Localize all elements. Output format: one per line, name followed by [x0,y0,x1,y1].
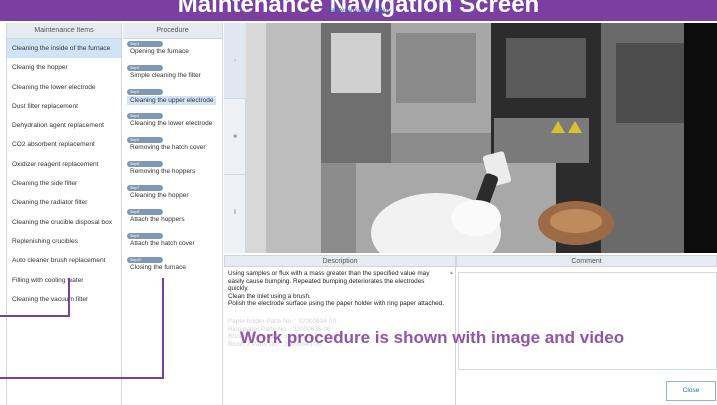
maintenance-item[interactable]: Cleaning the radiator filter [7,193,121,212]
callout-line [0,377,164,379]
video-controls: › ■ ll [224,23,246,253]
description-header: Description [224,255,456,267]
step-label: Opening the furnace [130,48,189,55]
step-badge: Step10 [127,257,163,263]
procedure-header: Procedure [123,23,222,39]
procedure-step[interactable]: Step10 Closing the furnace [123,255,222,279]
step-badge: Step2 [127,65,163,71]
maintenance-item[interactable]: Filling with cooling water [7,271,121,290]
maintenance-item[interactable]: Cleaning the side filter [7,174,121,193]
maintenance-item[interactable]: Auto cleaner brush replacement [7,251,121,270]
maintenance-item[interactable]: Dust filter replacement [7,97,121,116]
step-badge: Step9 [127,233,163,239]
maintenance-item[interactable]: Cleaning the crucible disposal box [7,213,121,232]
maintenance-item[interactable]: Cleaning the lower electrode [7,78,121,97]
step-badge: Step1 [127,41,163,47]
step-badge: Step8 [127,209,163,215]
procedure-step[interactable]: Step9 Attach the hatch cover [123,231,222,255]
maintenance-items-list: Cleaning the inside of the furnace Cleani… [7,39,121,309]
description-line: Clean the inlet using a brush. [228,292,311,300]
stop-icon: ■ [233,133,237,140]
step-badge: Step3 [127,89,163,95]
procedure-step[interactable]: Step3 Cleaning the upper electrode [123,87,222,111]
procedure-video[interactable] [246,23,701,253]
step-label: Simple cleaning the filter [130,72,201,79]
procedure-steps-list: Step1 Opening the furnace Step2 Simple clea… [123,39,222,279]
maintenance-items-header: Maintenance Items [7,23,121,39]
step-badge: Step4 [127,113,163,119]
step-label: Removing the hoppers [130,168,196,175]
maintenance-items-panel: Maintenance Items Cleaning the inside of… [6,23,122,405]
description-line: Polish the electrode surface using the p… [228,300,444,308]
procedure-step[interactable]: Step6 Removing the hoppers [123,159,222,183]
maintenance-item[interactable]: Cleaning the inside of the furnace [7,39,121,59]
procedure-step[interactable]: Step4 Cleaning the lower electrode [123,111,222,135]
procedure-step[interactable]: Step5 Removing the hatch cover [123,135,222,159]
maintenance-item[interactable]: Replenishing crucibles [7,232,121,251]
step-label: Attach the hoppers [130,216,185,223]
procedure-panel: Procedure Step1 Opening the furnace Step2 S… [123,23,223,405]
callout-line [162,278,164,379]
app-title: Maintenance Navigation [326,8,391,14]
video-frame-illustration [246,23,701,253]
description-text: Using samples or flux with a mass greate… [228,270,447,308]
step-badge: Step5 [127,137,163,143]
comment-header: Comment [456,255,717,267]
procedure-step[interactable]: Step1 Opening the furnace [123,39,222,63]
step-label: Cleaning the hopper [130,192,189,199]
pause-icon: ll [233,210,237,216]
video-area: › ■ ll [224,23,717,253]
banner: Maintenance Navigation Screen Maintenanc… [0,0,717,21]
step-badge: Step6 [127,161,163,167]
overlay-caption: Work procedure is shown with image and v… [240,328,625,347]
procedure-step[interactable]: Step7 Cleaning the hopper [123,183,222,207]
step-label: Cleaning the lower electrode [130,120,213,127]
maintenance-item[interactable]: Dehydration agent replacement [7,116,121,135]
step-label: Closing the furnace [130,264,187,271]
maintenance-item[interactable]: CO2 absorbent replacement [7,135,121,154]
close-button[interactable]: Close [666,381,716,401]
pause-button[interactable]: ll [224,175,246,251]
play-button[interactable]: › [224,23,246,99]
step-label: Removing the hatch cover [130,144,206,151]
stop-button[interactable]: ■ [224,99,246,175]
maintenance-item[interactable]: Oxidizer reagent replacement [7,155,121,174]
description-line: Using samples or flux with a mass greate… [228,270,430,293]
comment-field[interactable] [458,272,717,370]
step-label: Attach the hatch cover [130,240,195,247]
video-letterbox [701,23,717,253]
part-number-line: Paper holder Parts No. : 32000634-00 [228,317,337,325]
maintenance-item[interactable]: Cleaning the vacuum filter [7,290,121,309]
callout-line [68,278,70,317]
play-icon: › [234,57,236,64]
maintenance-item[interactable]: Cleanig the hopper [7,58,121,77]
callout-line [0,315,70,317]
step-badge: Step7 [127,185,163,191]
procedure-step[interactable]: Step8 Attach the hoppers [123,207,222,231]
step-label: Cleaning the upper electrode [127,96,217,105]
procedure-step[interactable]: Step2 Simple cleaning the filter [123,63,222,87]
